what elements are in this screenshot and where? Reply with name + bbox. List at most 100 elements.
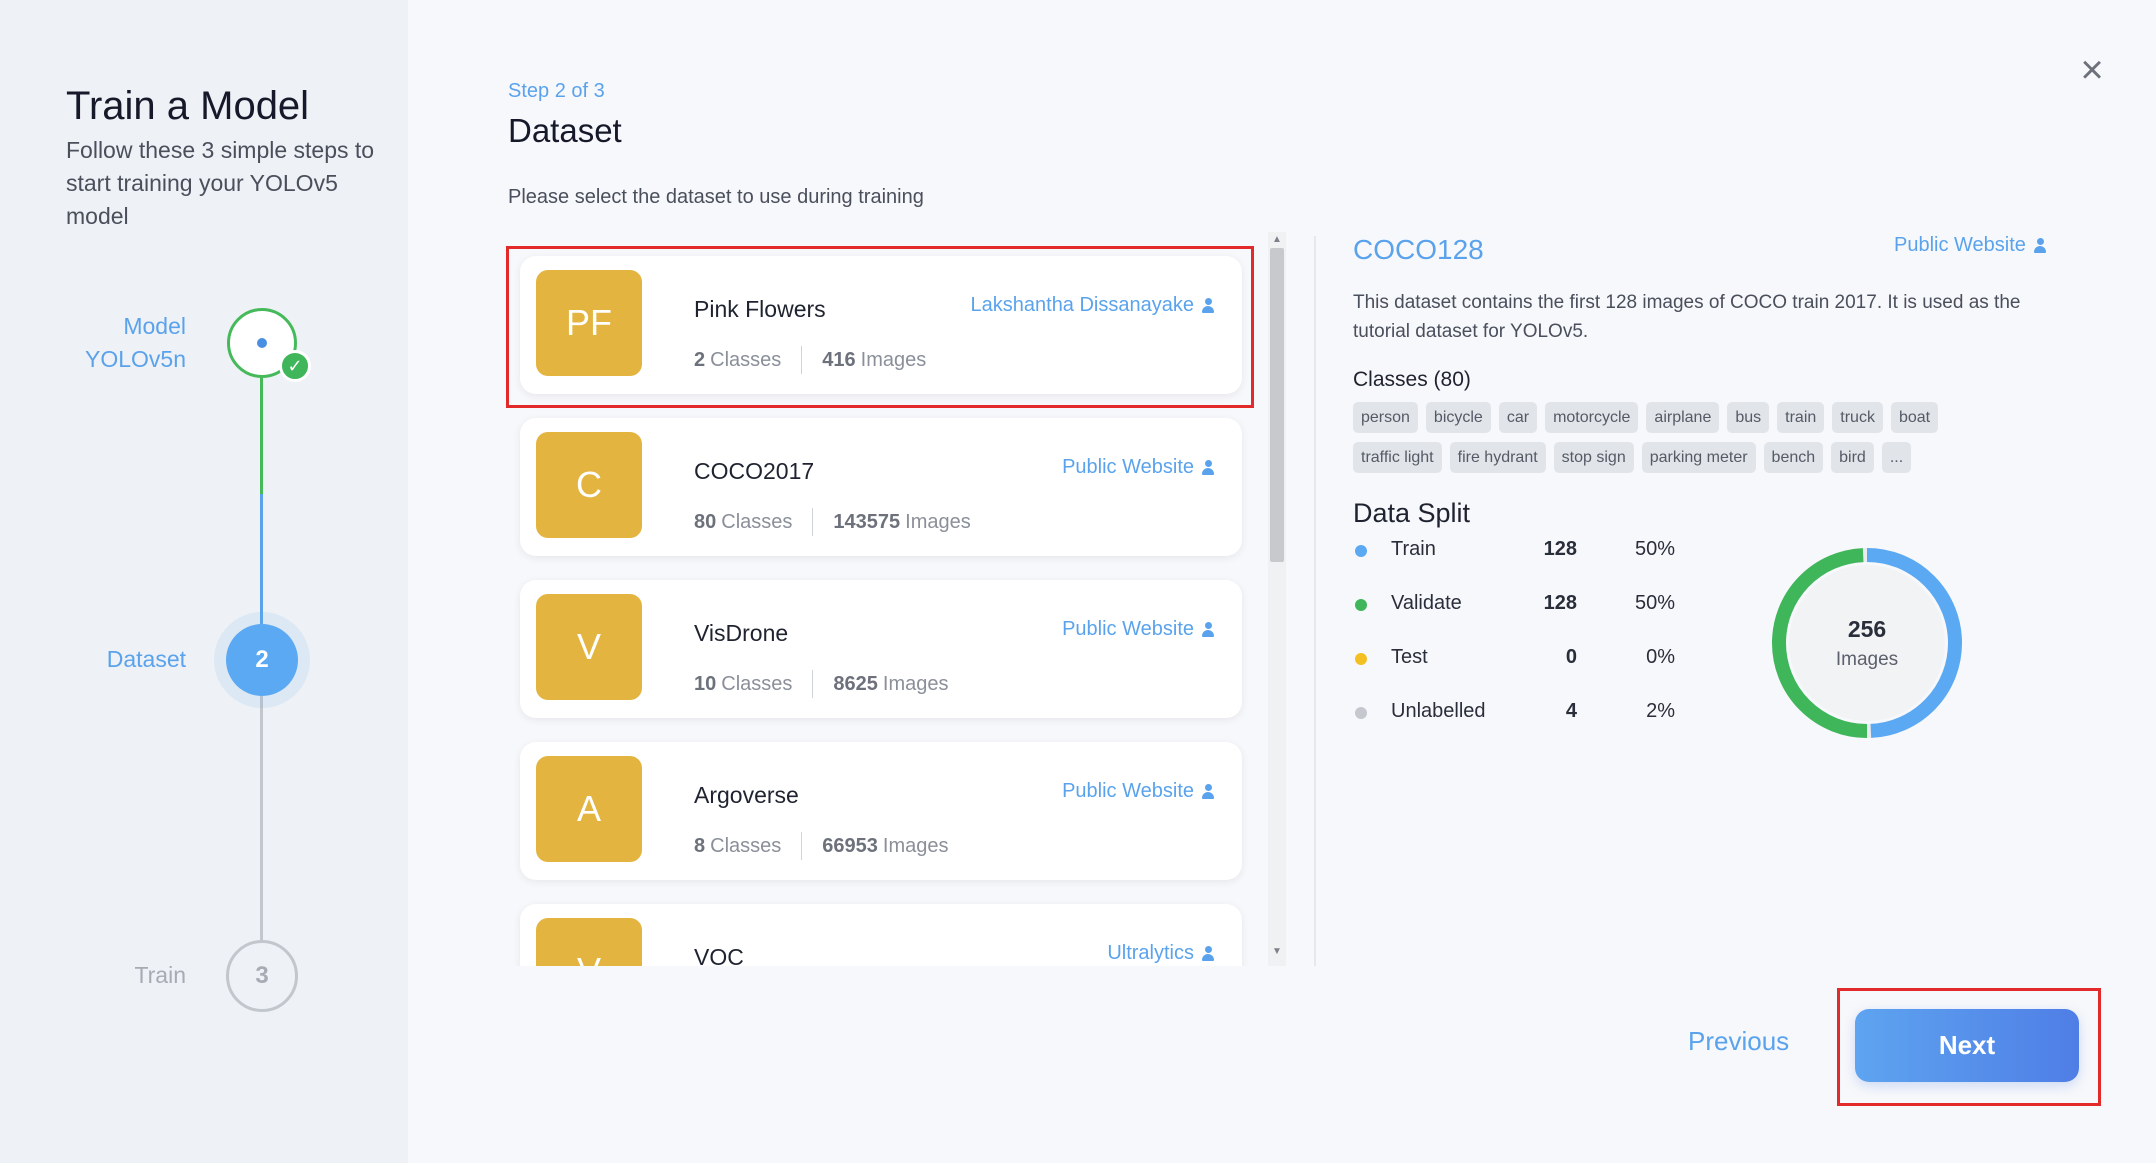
split-label: Test	[1391, 646, 1428, 668]
dataset-owner-link[interactable]: Lakshantha Dissanayake	[971, 294, 1214, 317]
class-tag: stop sign	[1553, 442, 1634, 473]
detail-owner-link[interactable]: Public Website	[1894, 234, 2046, 257]
dot-icon	[257, 338, 267, 348]
class-tag: bus	[1727, 402, 1770, 433]
dataset-owner-link[interactable]: Public Website	[1062, 456, 1214, 479]
class-tag: traffic light	[1353, 442, 1442, 473]
step-train-label[interactable]: Train	[134, 959, 186, 992]
scroll-down-icon[interactable]: ▼	[1270, 946, 1284, 957]
dataset-meta: 10 Classes 8625 Images	[694, 670, 948, 698]
images-label: Images	[905, 510, 971, 533]
split-row-validate: Validate 128 50%	[1353, 590, 1683, 620]
legend-dot-icon	[1355, 707, 1367, 719]
split-label: Train	[1391, 538, 1436, 560]
class-tag: truck	[1832, 402, 1883, 433]
split-row-train: Train 128 50%	[1353, 536, 1683, 566]
meta-divider	[801, 832, 803, 860]
sidebar: Train a Model Follow these 3 simple step…	[0, 0, 408, 1163]
meta-divider	[812, 508, 814, 536]
step-dataset-label[interactable]: Dataset	[107, 643, 186, 676]
close-icon[interactable]: ×	[2074, 50, 2110, 90]
dataset-meta: 2 Classes 416 Images	[694, 346, 926, 374]
images-label: Images	[860, 348, 927, 371]
dataset-list[interactable]: PF Pink Flowers Lakshantha Dissanayake 2…	[506, 236, 1272, 966]
donut-unit: Images	[1835, 648, 1899, 670]
split-count: 128	[1543, 538, 1577, 560]
check-icon: ✓	[279, 350, 311, 382]
person-icon	[1202, 459, 1214, 476]
class-tag: bird	[1831, 442, 1874, 473]
split-count: 128	[1543, 592, 1577, 614]
meta-divider	[801, 346, 803, 374]
dataset-avatar: PF	[536, 270, 642, 376]
split-percent: 2%	[1646, 700, 1675, 722]
step-indicator: Step 2 of 3	[508, 80, 605, 102]
dataset-owner-link[interactable]: Public Website	[1062, 780, 1214, 803]
meta-divider	[812, 670, 814, 698]
scrollbar-thumb[interactable]	[1270, 248, 1284, 562]
split-percent: 0%	[1646, 646, 1675, 668]
class-tag: person	[1353, 402, 1418, 433]
next-button[interactable]: Next	[1855, 1009, 2079, 1082]
dataset-name: VisDrone	[694, 620, 789, 646]
dataset-card-pink-flowers[interactable]: PF Pink Flowers Lakshantha Dissanayake 2…	[520, 256, 1242, 394]
classes-label: Classes	[721, 510, 793, 533]
owner-name: Public Website	[1894, 234, 2026, 256]
dataset-meta: 8 Classes 66953 Images	[694, 832, 948, 860]
legend-dot-icon	[1355, 545, 1367, 557]
step-model-title: Model	[123, 313, 186, 339]
step-train-node[interactable]: 3	[226, 940, 298, 1012]
dataset-card-visdrone[interactable]: V VisDrone Public Website 10 Classes 8625…	[520, 580, 1242, 718]
owner-name: Ultralytics	[1107, 942, 1194, 964]
instruction-text: Please select the dataset to use during …	[508, 186, 924, 208]
class-tag: parking meter	[1641, 442, 1756, 473]
classes-count: 80	[694, 510, 717, 533]
step-model-label[interactable]: Model YOLOv5n	[85, 310, 186, 376]
class-tag: train	[1777, 402, 1825, 433]
dataset-card-voc[interactable]: V VOC Ultralytics	[520, 904, 1242, 966]
dataset-avatar: V	[536, 918, 642, 966]
images-count: 416	[822, 348, 856, 371]
split-label: Validate	[1391, 592, 1462, 614]
classes-heading: Classes (80)	[1353, 368, 1471, 391]
dataset-card-coco2017[interactable]: C COCO2017 Public Website 80 Classes 1435…	[520, 418, 1242, 556]
sidebar-subtitle: Follow these 3 simple steps to start tra…	[66, 137, 375, 229]
dataset-card-argoverse[interactable]: A Argoverse Public Website 8 Classes 6695…	[520, 742, 1242, 880]
person-icon	[2033, 237, 2046, 254]
dataset-owner-link[interactable]: Public Website	[1062, 618, 1214, 641]
page-title: Dataset	[508, 112, 622, 149]
owner-name: Public Website	[1062, 618, 1194, 640]
split-percent: 50%	[1634, 538, 1675, 560]
split-row-test: Test 0 0%	[1353, 644, 1683, 674]
sidebar-title: Train a Model	[66, 84, 310, 128]
dataset-avatar: V	[536, 594, 642, 700]
person-icon	[1202, 945, 1214, 962]
dataset-avatar: C	[536, 432, 642, 538]
classes-count: 10	[694, 672, 717, 695]
person-icon	[1202, 297, 1214, 314]
detail-description: This dataset contains the first 128 imag…	[1353, 292, 2021, 342]
donut-total: 256	[1847, 615, 1887, 642]
previous-button[interactable]: Previous	[1688, 1026, 1789, 1057]
class-tags: person bicycle car motorcycle airplane bus tra…	[1353, 402, 2013, 473]
class-tag: fire hydrant	[1449, 442, 1546, 473]
class-tag: motorcycle	[1545, 402, 1639, 433]
owner-name: Lakshantha Dissanayake	[970, 294, 1194, 316]
legend-dot-icon	[1355, 653, 1367, 665]
images-count: 143575	[833, 510, 901, 533]
progress-line-active	[260, 494, 263, 624]
scroll-up-icon[interactable]: ▲	[1270, 234, 1284, 245]
owner-name: Public Website	[1062, 456, 1194, 478]
dataset-avatar: A	[536, 756, 642, 862]
owner-name: Public Website	[1062, 780, 1194, 802]
step-dataset-node[interactable]: 2	[226, 624, 298, 696]
classes-label: Classes	[710, 348, 782, 371]
images-count: 66953	[822, 834, 878, 857]
legend-dot-icon	[1355, 599, 1367, 611]
split-percent: 50%	[1634, 592, 1675, 614]
class-tag: bicycle	[1425, 402, 1491, 433]
dataset-name: Argoverse	[694, 782, 799, 808]
classes-label: Classes	[721, 672, 793, 695]
dataset-owner-link[interactable]: Ultralytics	[1107, 942, 1214, 965]
classes-label: Classes	[710, 834, 782, 857]
